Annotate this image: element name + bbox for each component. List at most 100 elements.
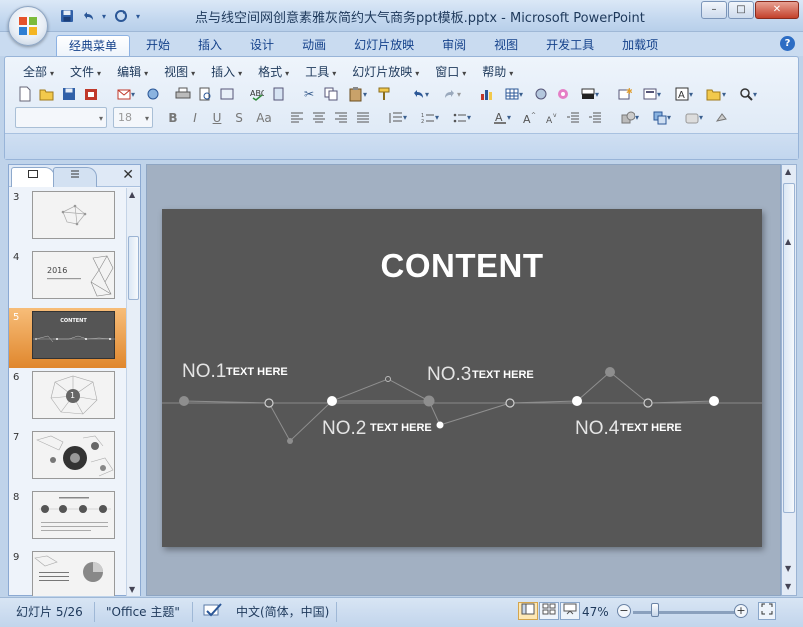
slide-sorter-button[interactable]: [539, 602, 559, 620]
thumbnails-scrollbar[interactable]: ▲ ▼: [126, 188, 140, 596]
decrease-indent-icon[interactable]: [563, 108, 583, 128]
zoom-slider-knob[interactable]: [651, 603, 659, 617]
align-left-icon[interactable]: [287, 108, 307, 128]
thumbnail-slide-5[interactable]: 5 CONTENT: [9, 308, 127, 368]
save-icon[interactable]: [58, 8, 75, 25]
grow-font-icon[interactable]: A ^: [519, 108, 539, 128]
tab-home[interactable]: 开始: [134, 35, 182, 56]
tab-animations[interactable]: 动画: [290, 35, 338, 56]
scroll-down-icon[interactable]: ▼: [129, 585, 135, 594]
shapes-icon[interactable]: ▾: [615, 108, 645, 128]
zoom-out-button[interactable]: −: [617, 604, 631, 618]
undo-dropdown-icon[interactable]: ▾: [100, 8, 108, 25]
zoom-slider-track[interactable]: [633, 611, 738, 614]
bold-button[interactable]: B: [163, 108, 183, 128]
tab-insert[interactable]: 插入: [186, 35, 234, 56]
maximize-button[interactable]: □: [728, 1, 754, 19]
undo-icon[interactable]: [79, 8, 96, 25]
thumbnail-slide-8[interactable]: 8: [9, 488, 127, 548]
thumbnail-slide-7[interactable]: 7: [9, 428, 127, 488]
shadow-button[interactable]: S: [229, 108, 249, 128]
menu-view[interactable]: 视图 ▾: [156, 63, 203, 81]
email-icon[interactable]: ▾: [111, 84, 141, 104]
text-box-icon[interactable]: A ▾: [669, 84, 699, 104]
zoom-in-button[interactable]: +: [734, 604, 748, 618]
current-slide[interactable]: CONTENT NO.1 TEXT HERE NO.2 TEXT HERE NO…: [162, 209, 762, 547]
office-button[interactable]: [8, 6, 48, 46]
insert-table-icon[interactable]: ▾: [499, 84, 529, 104]
clipart-icon[interactable]: [531, 84, 551, 104]
scroll-up-icon[interactable]: ▲: [785, 167, 791, 176]
spelling-icon[interactable]: ABC: [247, 84, 267, 104]
tab-view[interactable]: 视图: [482, 35, 530, 56]
print-preview-icon[interactable]: [195, 84, 215, 104]
menu-slideshow[interactable]: 幻灯片放映 ▾: [344, 63, 427, 81]
language-indicator[interactable]: 中文(简体，中国): [236, 602, 329, 622]
format-painter-icon[interactable]: [375, 84, 395, 104]
menu-insert[interactable]: 插入 ▾: [203, 63, 250, 81]
normal-view-button[interactable]: [518, 602, 538, 620]
menu-all[interactable]: 全部 ▾: [15, 63, 62, 81]
scrollbar-thumb[interactable]: [783, 183, 795, 513]
next-slide-icon[interactable]: ▼: [785, 564, 791, 573]
customize-qat-icon[interactable]: ▾: [133, 8, 143, 25]
arrange-icon[interactable]: ▾: [647, 108, 677, 128]
theme-name[interactable]: "Office 主题": [106, 602, 180, 622]
folder-dropdown-icon[interactable]: ▾: [701, 84, 731, 104]
align-right-icon[interactable]: [331, 108, 351, 128]
paste-icon[interactable]: ▾: [343, 84, 373, 104]
thumbnail-slide-9[interactable]: 9: [9, 548, 127, 596]
editor-scrollbar[interactable]: ▲ ▲ ▼ ▼: [781, 164, 797, 596]
color-grayscale-icon[interactable]: [553, 84, 573, 104]
menu-format[interactable]: 格式 ▾: [250, 63, 297, 81]
justify-icon[interactable]: [353, 108, 373, 128]
tab-slideshow[interactable]: 幻灯片放映: [342, 35, 426, 56]
copy-icon[interactable]: [321, 84, 341, 104]
tab-developer[interactable]: 开发工具: [534, 35, 606, 56]
font-name-combo[interactable]: ▾: [15, 107, 107, 128]
help-icon[interactable]: ?: [780, 36, 795, 51]
layout-dropdown-icon[interactable]: ▾: [637, 84, 667, 104]
black-white-icon[interactable]: ▾: [575, 84, 605, 104]
outline-tab[interactable]: [53, 167, 97, 187]
scroll-up-icon[interactable]: ▲: [129, 190, 135, 199]
zoom-level[interactable]: 47%: [582, 602, 609, 622]
shrink-font-icon[interactable]: Av: [541, 108, 561, 128]
numbering-icon[interactable]: 1 2 ▾: [415, 108, 445, 128]
spell-check-icon[interactable]: [203, 602, 223, 622]
thumbnail-slide-4[interactable]: 4 2016: [9, 248, 127, 308]
italic-button[interactable]: I: [185, 108, 205, 128]
line-spacing-icon[interactable]: ▾: [383, 108, 413, 128]
new-document-icon[interactable]: [15, 84, 35, 104]
previous-slide-icon[interactable]: ▲: [785, 237, 791, 246]
menu-window[interactable]: 窗口 ▾: [427, 63, 474, 81]
quick-styles-icon[interactable]: ▾: [679, 108, 709, 128]
cut-icon[interactable]: ✂: [299, 84, 319, 104]
tab-design[interactable]: 设计: [238, 35, 286, 56]
undo-icon[interactable]: ▾: [405, 84, 435, 104]
change-case-button[interactable]: Aa: [251, 108, 277, 128]
publish-icon[interactable]: [143, 84, 163, 104]
menu-tools[interactable]: 工具 ▾: [297, 63, 344, 81]
font-color-icon[interactable]: A ▾: [487, 108, 517, 128]
minimize-button[interactable]: –: [701, 1, 727, 19]
slideshow-button[interactable]: [560, 602, 580, 620]
find-icon[interactable]: ▾: [733, 84, 763, 104]
save-icon[interactable]: [59, 84, 79, 104]
redo-icon[interactable]: ▾: [437, 84, 467, 104]
menu-file[interactable]: 文件 ▾: [62, 63, 109, 81]
slides-tab[interactable]: [11, 167, 55, 187]
insert-chart-icon[interactable]: [477, 84, 497, 104]
slide-layout-icon[interactable]: [217, 84, 237, 104]
scrollbar-thumb[interactable]: [128, 236, 139, 300]
new-slide-icon[interactable]: ✱: [615, 84, 635, 104]
fit-to-window-button[interactable]: [758, 602, 776, 620]
thumbnail-slide-6[interactable]: 6 1: [9, 368, 127, 428]
tab-addins[interactable]: 加载项: [610, 35, 670, 56]
print-icon[interactable]: [173, 84, 193, 104]
bullets-icon[interactable]: ▾: [447, 108, 477, 128]
close-icon[interactable]: ✕: [122, 167, 134, 183]
underline-button[interactable]: U: [207, 108, 227, 128]
research-icon[interactable]: [269, 84, 289, 104]
tab-review[interactable]: 审阅: [430, 35, 478, 56]
